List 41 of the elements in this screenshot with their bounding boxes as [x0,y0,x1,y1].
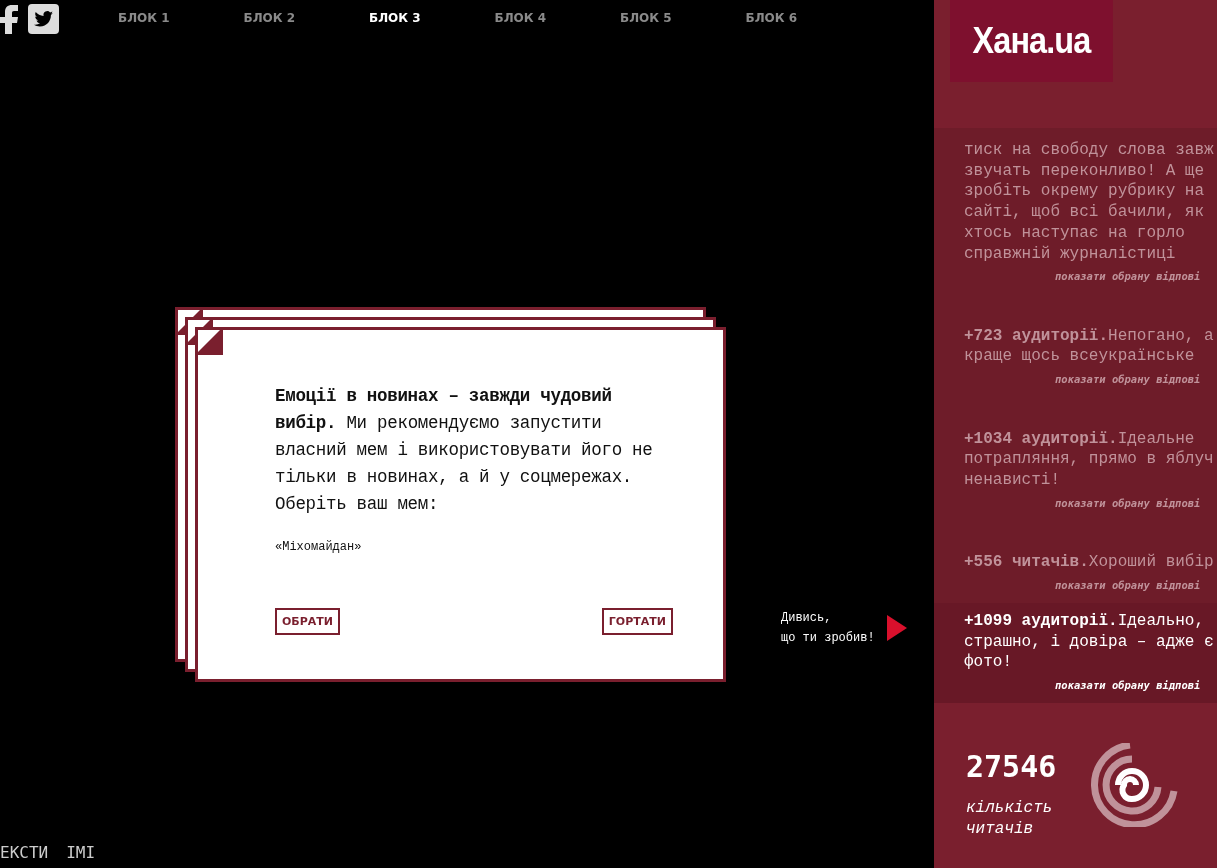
spiral-icon [1088,743,1178,827]
nav-tab[interactable]: БЛОК 5 [620,3,746,33]
show-answer-link[interactable]: показати обрану відпові [964,371,1217,388]
answer-text: зробіть окрему рубрику на [964,181,1206,203]
show-answer-link[interactable]: показати обрану відпові [964,268,1217,285]
choose-button[interactable]: ОБРАТИ [275,608,341,635]
bottom-link[interactable]: ЕКСТИ [0,842,49,862]
facebook-icon[interactable] [0,4,18,34]
show-answer-link[interactable]: показати обрану відпові [964,677,1217,693]
answer-text: ненависті! [964,470,1061,491]
play-arrow-icon[interactable] [886,615,907,641]
answer-text: потрапляння, прямо в яблуч [964,449,1215,470]
show-answer-link[interactable]: показати обрану відпові [964,494,1217,511]
scroll-button[interactable]: ГОРТАТИ [601,608,673,635]
answer-text: краще щось всеукраїнське [964,346,1196,368]
meme-option[interactable]: «Міхомайдан» [275,540,673,554]
site-logo[interactable]: Хана.ua [950,0,1113,82]
answer-text: +1099 аудиторії.Ідеально, [964,610,1206,632]
answer-text: +723 аудиторії.Непогано, а [964,325,1215,347]
answer-text: фото! [964,652,1013,673]
answer-text: +1034 аудиторії.Ідеальне [964,428,1196,450]
nav-tab[interactable]: БЛОК 6 [745,3,871,33]
reader-count: 27546 [966,749,1058,784]
answer-text: сайті, щоб всі бачили, як [964,202,1206,223]
nav-tab[interactable]: БЛОК 2 [243,3,369,33]
bottom-link[interactable]: ІМІ [66,842,96,862]
selected-answer[interactable]: +1099 аудиторії.Ідеально, страшно, і довіра – адже є фото! показати обрану відпові [934,602,1217,703]
question-text: Емоції в новинах – завжди чудовий вибір. Ми рекомендуємо запустити власний мем і використовувати його не тільки в новинах, а й у соцмережах. Оберіть ваш мем: [275,385,654,516]
answer-text: хтось наступає на горло [964,222,1186,244]
answer-text: тиск на свободу слова завж [964,140,1215,161]
nav-tab[interactable]: БЛОК 1 [118,3,244,33]
nav-tab[interactable]: БЛОК 4 [494,3,620,33]
nav-tab[interactable]: БЛОК 3 [369,3,495,33]
twitter-icon[interactable] [28,4,59,34]
answer-text: звучать переконливо! А ще [964,160,1206,182]
hint-text: Дивись, що ти зробив! [781,610,875,647]
show-answer-link[interactable]: показати обрану відпові [964,576,1217,593]
answer-text: справжній журналістиці [964,243,1177,265]
reader-count-label: кількість читачів [966,798,1054,840]
answer-text: страшно, і довіра – адже є [964,631,1215,653]
answer-text: +556 читачів.Хороший вибір [964,552,1215,573]
